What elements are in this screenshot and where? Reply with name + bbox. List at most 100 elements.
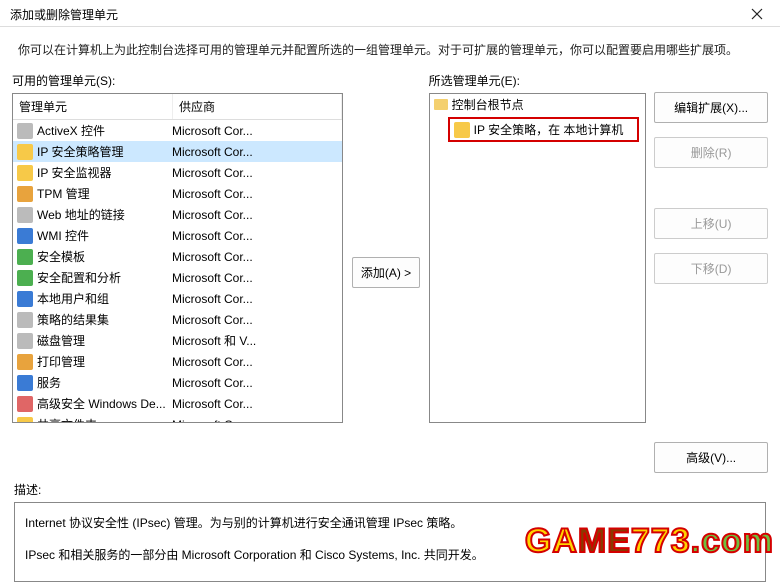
list-cell-name: TPM 管理 [17,185,172,202]
snapin-icon [17,144,33,160]
list-cell-name: ActiveX 控件 [17,122,172,139]
tree-root-label: 控制台根节点 [452,96,524,113]
middle-column: 添加(A) > [351,72,420,473]
list-cell-name: WMI 控件 [17,227,172,244]
list-row[interactable]: 本地用户和组 Microsoft Cor... [13,288,342,309]
snapin-icon [17,228,33,244]
list-row[interactable]: ActiveX 控件Microsoft Cor... [13,120,342,141]
available-list-body[interactable]: ActiveX 控件Microsoft Cor...IP 安全策略管理Micro… [13,120,342,423]
available-listbox[interactable]: 管理单元 供应商 ActiveX 控件Microsoft Cor...IP 安全… [12,93,343,423]
list-row[interactable]: 高级安全 Windows De... Microsoft Cor... [13,393,342,414]
list-row[interactable]: 共享文件夹 Microsoft Cor... [13,414,342,423]
add-button[interactable]: 添加(A) > [352,257,420,288]
available-label: 可用的管理单元(S): [12,72,343,89]
close-icon [751,8,763,20]
list-row[interactable]: Web 地址的链接Microsoft Cor... [13,204,342,225]
list-row[interactable]: WMI 控件 Microsoft Cor... [13,225,342,246]
list-row[interactable]: IP 安全策略管理 Microsoft Cor... [13,141,342,162]
snapin-vendor: Microsoft Cor... [172,187,338,201]
move-up-button[interactable]: 上移(U) [654,208,768,239]
snapin-vendor: Microsoft Cor... [172,250,338,264]
snapin-name: 安全配置和分析 [37,269,121,286]
list-row[interactable]: 打印管理 Microsoft Cor... [13,351,342,372]
snapin-vendor: Microsoft Cor... [172,145,338,159]
list-cell-name: Web 地址的链接 [17,206,172,223]
selected-tree[interactable]: 控制台根节点 IP 安全策略，在 本地计算机 [429,93,647,423]
list-row[interactable]: 服务 Microsoft Cor... [13,372,342,393]
edit-extensions-button[interactable]: 编辑扩展(X)... [654,92,768,123]
snapin-icon [17,123,33,139]
list-cell-name: IP 安全监视器 [17,164,172,181]
description-line1: Internet 协议安全性 (IPsec) 管理。为与别的计算机进行安全通讯管… [25,513,755,535]
list-cell-name: 高级安全 Windows De... [17,395,172,412]
snapin-icon [17,417,33,424]
snapin-vendor: Microsoft Cor... [172,376,338,390]
snapin-icon [17,270,33,286]
close-button[interactable] [742,4,772,24]
snapin-icon [17,354,33,370]
available-column: 可用的管理单元(S): 管理单元 供应商 ActiveX 控件Microsoft… [12,72,343,473]
snapin-vendor: Microsoft Cor... [172,271,338,285]
snapin-name: WMI 控件 [37,227,89,244]
folder-icon [434,99,448,110]
snapin-name: 安全模板 [37,248,85,265]
snapin-vendor: Microsoft Cor... [172,208,338,222]
intro-text: 你可以在计算机上为此控制台选择可用的管理单元并配置所选的一组管理单元。对于可扩展… [0,27,780,72]
list-row[interactable]: 磁盘管理Microsoft 和 V... [13,330,342,351]
snapin-vendor: Microsoft 和 V... [172,332,338,349]
list-cell-name: 策略的结果集 [17,311,172,328]
snapin-name: 打印管理 [37,353,85,370]
snapin-vendor: Microsoft Cor... [172,229,338,243]
list-row[interactable]: 安全配置和分析 Microsoft Cor... [13,267,342,288]
list-row[interactable]: IP 安全监视器 Microsoft Cor... [13,162,342,183]
snapin-vendor: Microsoft Cor... [172,355,338,369]
snapin-name: 本地用户和组 [37,290,109,307]
snapin-name: 策略的结果集 [37,311,109,328]
list-row[interactable]: TPM 管理 Microsoft Cor... [13,183,342,204]
tree-item-ipsec[interactable]: IP 安全策略，在 本地计算机 [448,117,640,142]
snapin-vendor: Microsoft Cor... [172,313,338,327]
snapin-vendor: Microsoft Cor... [172,418,338,424]
snapin-name: 服务 [37,374,61,391]
snapin-icon [17,396,33,412]
tree-item-label: IP 安全策略，在 本地计算机 [474,121,624,138]
list-header: 管理单元 供应商 [13,94,342,120]
shield-icon [454,122,470,138]
snapin-vendor: Microsoft Cor... [172,292,338,306]
header-snapin[interactable]: 管理单元 [13,94,173,119]
snapin-name: 共享文件夹 [37,416,97,423]
advanced-button[interactable]: 高级(V)... [654,442,768,473]
snapin-name: TPM 管理 [37,185,90,202]
snapin-icon [17,249,33,265]
list-cell-name: IP 安全策略管理 [17,143,172,160]
snapin-name: 高级安全 Windows De... [37,395,166,412]
description-section: 描述: Internet 协议安全性 (IPsec) 管理。为与别的计算机进行安… [0,473,780,582]
snapin-icon [17,375,33,391]
list-cell-name: 磁盘管理 [17,332,172,349]
snapin-icon [17,165,33,181]
list-cell-name: 共享文件夹 [17,416,172,423]
snapin-icon [17,291,33,307]
snapin-name: IP 安全策略管理 [37,143,123,160]
snapin-vendor: Microsoft Cor... [172,397,338,411]
snapin-name: IP 安全监视器 [37,164,111,181]
description-line2: IPsec 和相关服务的一部分由 Microsoft Corporation 和… [25,545,755,567]
list-cell-name: 打印管理 [17,353,172,370]
list-cell-name: 安全配置和分析 [17,269,172,286]
main-area: 可用的管理单元(S): 管理单元 供应商 ActiveX 控件Microsoft… [0,72,780,473]
remove-button[interactable]: 删除(R) [654,137,768,168]
snapin-icon [17,333,33,349]
list-row[interactable]: 安全模板 Microsoft Cor... [13,246,342,267]
selected-label: 所选管理单元(E): [429,72,647,89]
snapin-vendor: Microsoft Cor... [172,166,338,180]
titlebar: 添加或删除管理单元 [0,0,780,27]
window-title: 添加或删除管理单元 [10,6,118,23]
list-row[interactable]: 策略的结果集 Microsoft Cor... [13,309,342,330]
description-box: Internet 协议安全性 (IPsec) 管理。为与别的计算机进行安全通讯管… [14,502,766,582]
tree-root[interactable]: 控制台根节点 [430,94,646,115]
header-vendor[interactable]: 供应商 [173,94,342,119]
list-cell-name: 服务 [17,374,172,391]
selected-column: 所选管理单元(E): 控制台根节点 IP 安全策略，在 本地计算机 [429,72,647,473]
snapin-icon [17,207,33,223]
move-down-button[interactable]: 下移(D) [654,253,768,284]
